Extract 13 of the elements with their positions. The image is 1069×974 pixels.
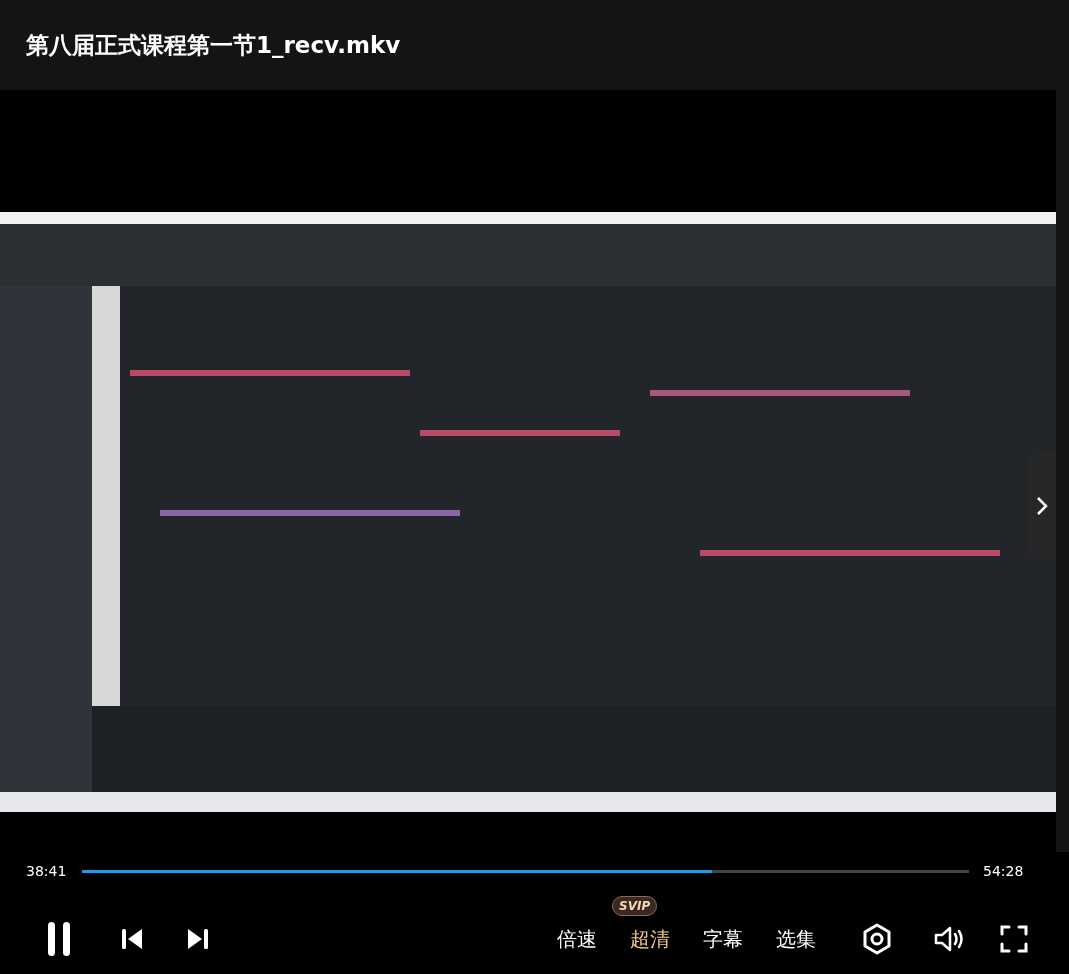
player-option[interactable]: 倍速: [557, 925, 597, 953]
progress-track[interactable]: [82, 869, 969, 873]
player-option[interactable]: 超清: [630, 925, 670, 953]
settings-icon[interactable]: [861, 923, 893, 955]
current-time: 38:41: [26, 863, 68, 879]
player-option[interactable]: 选集: [776, 925, 816, 953]
duration: 54:28: [983, 863, 1024, 879]
chevron-right-icon: [1034, 494, 1049, 517]
vip-badge: SVIP: [612, 895, 658, 916]
fullscreen-icon[interactable]: [999, 924, 1029, 954]
player-option[interactable]: 字幕: [703, 925, 743, 953]
video-title: 第八届正式课程第一节1_recv.mkv: [26, 30, 401, 60]
next-arrow-button[interactable]: [1027, 452, 1056, 559]
